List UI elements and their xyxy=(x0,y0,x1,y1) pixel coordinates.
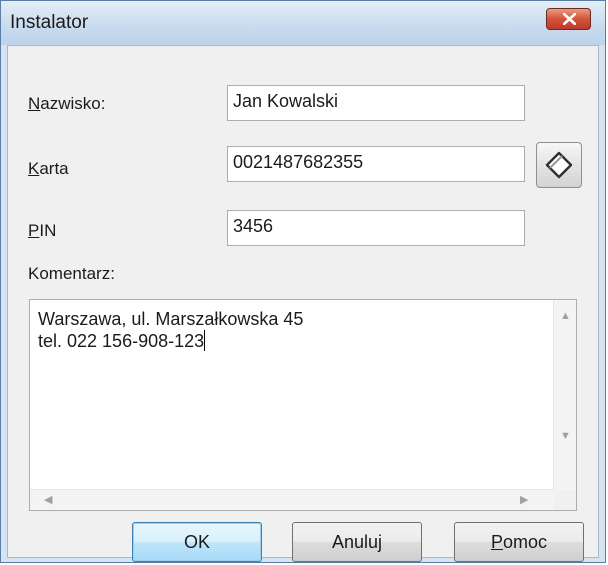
text-caret xyxy=(204,330,206,351)
window-title: Instalator xyxy=(10,12,89,33)
pin-label: PIN xyxy=(28,221,57,240)
dialog-body: Nazwisko: Jan Kowalski Karta 00214876823… xyxy=(7,45,599,562)
scroll-right-arrow-icon[interactable]: ▶ xyxy=(520,494,528,506)
surname-field[interactable]: Jan Kowalski xyxy=(227,85,525,121)
comment-line-with-caret: tel. 022 156-908-123 xyxy=(38,330,206,351)
card-label: Karta xyxy=(28,159,69,178)
cancel-button[interactable]: Anuluj xyxy=(292,522,422,562)
dialog-window: Instalator Nazwisko: Jan Kowalski Karta … xyxy=(0,0,606,563)
scroll-up-arrow-icon[interactable]: ▲ xyxy=(560,310,571,322)
comment-text: Warszawa, ul. Marszałkowska 45 tel. 022 … xyxy=(38,308,548,352)
pin-value: 3456 xyxy=(233,216,274,236)
close-button[interactable] xyxy=(546,8,591,30)
ok-button[interactable]: OK xyxy=(132,522,262,562)
card-value: 0021487682355 xyxy=(233,152,364,172)
card-field[interactable]: 0021487682355 xyxy=(227,146,525,182)
comment-line: Warszawa, ul. Marszałkowska 45 xyxy=(38,309,304,329)
scroll-down-arrow-icon[interactable]: ▼ xyxy=(560,430,571,442)
cancel-button-label: Anuluj xyxy=(331,532,383,552)
card-reader-icon xyxy=(545,151,573,179)
scroll-left-arrow-icon[interactable]: ◀ xyxy=(44,494,52,506)
help-button[interactable]: Pomoc xyxy=(454,522,584,562)
comment-label: Komentarz: xyxy=(28,264,115,283)
scrollbar-corner xyxy=(554,490,576,510)
surname-label: Nazwisko: xyxy=(28,94,106,113)
pin-field[interactable]: 3456 xyxy=(227,210,525,246)
horizontal-scrollbar[interactable]: ◀ ▶ xyxy=(30,489,554,510)
surname-value: Jan Kowalski xyxy=(233,91,339,111)
help-button-label: Pomoc xyxy=(490,532,548,552)
read-card-button[interactable] xyxy=(536,142,582,188)
close-icon xyxy=(563,13,576,25)
vertical-scrollbar[interactable]: ▲ ▼ xyxy=(553,300,576,490)
ok-button-label: OK xyxy=(183,532,210,552)
comment-textarea[interactable]: Warszawa, ul. Marszałkowska 45 tel. 022 … xyxy=(29,299,577,511)
title-bar[interactable]: Instalator xyxy=(1,1,605,45)
